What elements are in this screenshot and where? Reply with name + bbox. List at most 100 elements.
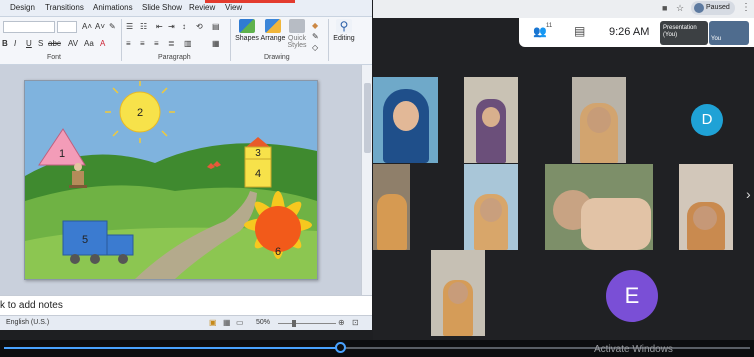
shapes-button[interactable]: Shapes xyxy=(234,19,260,42)
change-case-icon[interactable]: Aa xyxy=(84,39,94,49)
justify-icon[interactable]: ≣ xyxy=(168,39,175,49)
camera-icon[interactable]: ■ xyxy=(662,3,667,13)
zoom-slider-thumb[interactable] xyxy=(292,320,296,327)
indent-icon[interactable]: ⇤ xyxy=(156,22,163,32)
columns-icon[interactable]: ▥ xyxy=(184,39,192,49)
activate-windows-watermark: Activate Windows xyxy=(594,344,673,355)
tab-view[interactable]: View xyxy=(225,3,242,12)
shapes-label: Shapes xyxy=(235,35,259,42)
people-icon[interactable]: 👥 xyxy=(533,25,547,38)
editing-button[interactable]: ⚲ Editing xyxy=(330,19,358,42)
align-center-icon[interactable]: ≡ xyxy=(140,39,145,49)
truck-wheel xyxy=(118,254,128,264)
binoculars-icon: ⚲ xyxy=(336,19,352,33)
farmer-head xyxy=(74,163,82,171)
char-spacing-icon[interactable]: AV xyxy=(68,39,78,49)
powerpoint-window: Design Transitions Animations Slide Show… xyxy=(0,0,372,330)
italic-button[interactable]: I xyxy=(14,39,16,49)
numbering-icon[interactable]: ☷ xyxy=(140,22,147,32)
bookmark-star-icon[interactable]: ☆ xyxy=(676,3,684,14)
font-size-field[interactable] xyxy=(57,21,77,33)
participant-count: 11 xyxy=(546,23,553,29)
shape-effects-icon[interactable]: ◇ xyxy=(312,43,318,53)
participant-avatar-d[interactable]: D xyxy=(691,104,723,136)
participant-tile[interactable] xyxy=(373,164,410,250)
bold-button[interactable]: B xyxy=(2,39,8,49)
shape-outline-icon[interactable]: ✎ xyxy=(312,32,319,42)
reading-view-icon[interactable]: ▭ xyxy=(236,318,244,327)
participant-avatar-e[interactable]: E xyxy=(606,270,658,322)
participant-silhouette xyxy=(377,194,407,250)
zoom-slider[interactable] xyxy=(278,323,336,324)
editing-label: Editing xyxy=(333,35,355,42)
tab-slide-show[interactable]: Slide Show xyxy=(142,3,182,12)
outdent-icon[interactable]: ⇥ xyxy=(168,22,175,32)
progress-knob[interactable] xyxy=(335,342,346,353)
shape-label-3: 3 xyxy=(255,148,261,159)
clear-format-icon[interactable]: ✎ xyxy=(109,22,116,32)
slide-illustration: 1 2 3 4 5 6 xyxy=(25,81,317,279)
browser-bar: ■ ☆ Paused ⋮ xyxy=(373,0,754,18)
self-view-tile[interactable]: You xyxy=(709,21,749,45)
zoom-level[interactable]: 50% xyxy=(256,319,270,326)
scrollbar-thumb[interactable] xyxy=(364,83,371,153)
participant-face xyxy=(587,107,611,133)
menu-dots-icon[interactable]: ⋮ xyxy=(741,2,751,13)
fit-slide-icon[interactable]: ⊡ xyxy=(352,318,359,327)
ribbon-separator xyxy=(121,19,122,61)
notes-pane[interactable]: k to add notes xyxy=(0,295,372,316)
progress-fill xyxy=(4,347,340,349)
quick-styles-button[interactable]: Quick Styles xyxy=(286,19,308,49)
shrink-font-icon[interactable]: A˅ xyxy=(95,22,105,32)
participant-tile[interactable] xyxy=(373,77,438,163)
avatar-initial: E xyxy=(624,283,640,308)
chat-icon[interactable]: ▤ xyxy=(574,24,585,38)
participant-face xyxy=(482,107,500,127)
status-bar: English (U.S.) ▣ ▦ ▭ 50% ⊕ ⊡ xyxy=(0,315,372,330)
meeting-clock: 9:26 AM xyxy=(609,26,650,38)
truck-wheel xyxy=(90,254,100,264)
font-name-field[interactable] xyxy=(3,21,55,33)
font-group-label: Font xyxy=(47,54,62,61)
quick-styles-label: Quick Styles xyxy=(287,35,307,49)
shape-fill-icon[interactable]: ◆ xyxy=(312,21,318,31)
text-direction-icon[interactable]: ⟲ xyxy=(196,22,203,32)
align-left-icon[interactable]: ≡ xyxy=(126,39,131,49)
normal-view-icon[interactable]: ▣ xyxy=(209,318,217,327)
shape-label-2: 2 xyxy=(137,107,143,119)
participant-tile[interactable] xyxy=(464,164,518,250)
arrange-icon xyxy=(265,19,281,33)
strikethrough-button[interactable]: abc xyxy=(48,39,61,49)
arrange-button[interactable]: Arrange xyxy=(259,19,287,42)
notes-placeholder: k to add notes xyxy=(0,300,63,311)
truck-cab xyxy=(106,234,134,256)
bullets-icon[interactable]: ☰ xyxy=(126,22,133,32)
truck-wheel xyxy=(70,254,80,264)
shadow-button[interactable]: S xyxy=(38,39,43,49)
participant-face xyxy=(480,198,502,222)
tab-design[interactable]: Design xyxy=(10,3,35,12)
paused-sync-chip[interactable]: Paused xyxy=(691,1,735,15)
grow-font-icon[interactable]: A˄ xyxy=(82,22,92,32)
next-page-chevron-icon[interactable]: › xyxy=(746,186,751,202)
line-spacing-icon[interactable]: ↕ xyxy=(182,22,186,32)
participant-tile[interactable] xyxy=(679,164,733,250)
slide[interactable]: 1 2 3 4 5 6 xyxy=(24,80,318,280)
zoom-in-icon[interactable]: ⊕ xyxy=(338,318,345,327)
participant-tile[interactable] xyxy=(545,164,653,250)
participant-tile[interactable] xyxy=(431,250,485,336)
tab-transitions[interactable]: Transitions xyxy=(45,3,84,12)
font-color-icon[interactable]: A xyxy=(100,39,105,49)
align-right-icon[interactable]: ≡ xyxy=(154,39,159,49)
tab-animations[interactable]: Animations xyxy=(93,3,133,12)
align-text-icon[interactable]: ▤ xyxy=(212,22,220,32)
participant-tile[interactable] xyxy=(464,77,518,163)
sorter-view-icon[interactable]: ▦ xyxy=(223,318,231,327)
slide-scrollbar[interactable] xyxy=(361,65,372,295)
language-indicator[interactable]: English (U.S.) xyxy=(6,319,49,326)
tab-review[interactable]: Review xyxy=(189,3,215,12)
participant-tile[interactable] xyxy=(572,77,626,163)
presentation-tile[interactable]: Presentation (You) xyxy=(660,21,708,45)
smartart-icon[interactable]: ▦ xyxy=(212,39,220,49)
underline-button[interactable]: U xyxy=(26,39,32,49)
